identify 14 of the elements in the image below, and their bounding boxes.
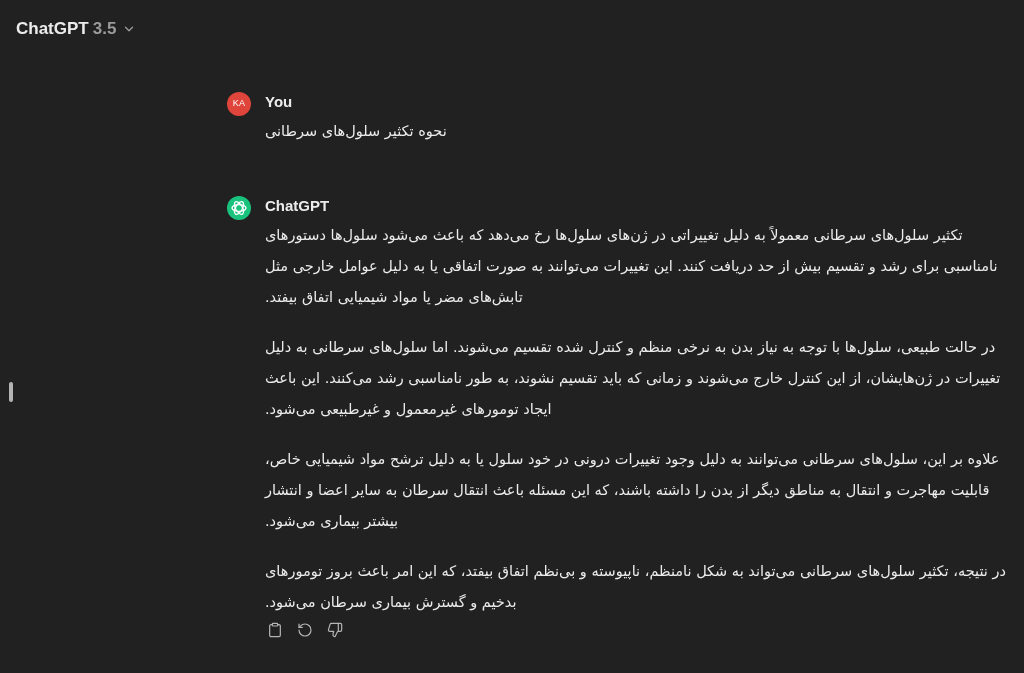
response-paragraph: در نتیجه، تکثیر سلول‌های سرطانی می‌تواند به شکل نامنظم، ناپیوسته و بی‌نظم اتفاق بیفتد، که این امر باعث بروز تومورهای بدخیم و گسترش بیماری سرطان می‌شود. xyxy=(265,562,1007,613)
user-message: نحوه تکثیر سلول‌های سرطانی xyxy=(265,122,448,142)
logo-icon xyxy=(227,196,251,220)
user-avatar: KA xyxy=(227,92,251,116)
author-name: You xyxy=(265,92,293,112)
sidebar-handle[interactable] xyxy=(9,382,13,402)
clipboard-icon[interactable] xyxy=(267,622,283,638)
response-paragraph: در حالت طبیعی، سلول‌ها با توجه به نیاز بدن به نرخی منظم و کنترل شده تقسیم می‌شوند. اما سلول‌های سرطانی به دلیل تغییرات در ژن‌هایشان، از این کنترل خارج می‌شوند و زمانی که باید تقسیم نشوند، به طور نامناسبی رشد می‌کنند. این باعث ایجاد تومورهای غیرمعمول و غیرطبیعی می‌شود. xyxy=(265,338,1002,420)
response-paragraph: علاوه بر این، سلول‌های سرطانی می‌توانند به دلیل وجود تغییرات درونی در خود سلول یا به دلیل ترشح مواد شیمیایی خاص، قابلیت مهاجرت و انتقال به مناطق دیگر از بدن را داشته باشند، که این مسئله باعث انتقال سرطان به سایر اعضا و انتشار بیشتر بیماری می‌شود. xyxy=(265,450,1001,532)
circular-arrow-icon[interactable] xyxy=(297,622,313,638)
thumbs-down-icon[interactable] xyxy=(327,622,343,638)
response-paragraph: تکثیر سلول‌های سرطانی معمولاً به دلیل تغییراتی در ژن‌های سلول‌ها رخ می‌دهد که باعث می‌شود سلول‌ها دستورهای نامناسبی برای رشد و تقسیم بیش از حد دریافت کنند. این تغییرات می‌توانند به صورت اتفاقی یا به دلیل عوامل خارجی مثل تابش‌های مضر یا مواد شیمیایی اتفاق بیفتد. xyxy=(265,225,999,308)
model-selector[interactable]: ChatGPT 3.5 xyxy=(16,16,137,42)
author-name: ChatGPT xyxy=(265,196,330,216)
